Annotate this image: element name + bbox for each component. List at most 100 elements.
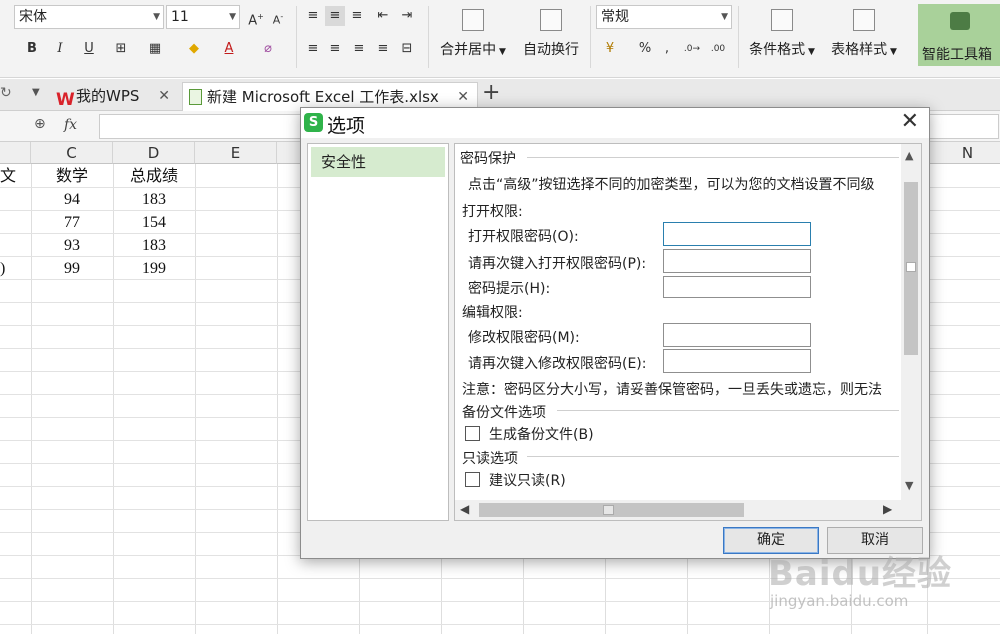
open-permission-heading: 打开权限: xyxy=(462,204,523,220)
align-center-icon[interactable]: ≡ xyxy=(325,39,345,59)
modify-password-confirm-label: 请再次键入修改权限密码(E): xyxy=(468,356,647,372)
wrap-text-icon xyxy=(540,9,562,31)
align-top-icon[interactable]: ≡ xyxy=(303,6,323,26)
conditional-format-icon xyxy=(771,9,793,31)
new-tab-icon[interactable]: + xyxy=(482,80,500,105)
wrap-text-button[interactable]: 自动换行 xyxy=(518,9,584,59)
conditional-format-label: 条件格式 xyxy=(749,42,806,58)
modify-password-confirm-field[interactable] xyxy=(663,349,811,373)
backup-checkbox-label[interactable]: 生成备份文件(B) xyxy=(489,424,594,444)
open-password-confirm-label: 请再次键入打开权限密码(P): xyxy=(468,256,647,272)
wps-app-icon: S xyxy=(304,113,323,132)
baidu-watermark: Baidu经验 jingyan.baidu.com xyxy=(752,546,992,626)
open-password-field[interactable] xyxy=(663,222,811,246)
refresh-icon[interactable]: ↻ xyxy=(0,85,12,101)
merge-center-button[interactable]: 合并居中 ▼ xyxy=(436,9,510,59)
scroll-down-icon[interactable]: ▼ xyxy=(905,479,913,492)
scroll-up-icon[interactable]: ▲ xyxy=(905,149,913,162)
cell-c5[interactable]: 99 xyxy=(31,257,113,280)
open-password-label: 打开权限密码(O): xyxy=(468,229,579,245)
justify-icon[interactable]: ≡ xyxy=(373,39,393,59)
modify-password-field[interactable] xyxy=(663,323,811,347)
cell-b5[interactable]: ) xyxy=(0,257,12,280)
category-security[interactable]: 安全性 xyxy=(311,147,445,177)
align-right-icon[interactable]: ≡ xyxy=(349,39,369,59)
currency-icon[interactable]: ¥ xyxy=(600,39,620,59)
open-password-confirm-field[interactable] xyxy=(663,249,811,273)
font-color-icon[interactable]: A xyxy=(219,39,239,59)
gridline xyxy=(195,164,196,634)
modify-password-label: 修改权限密码(M): xyxy=(468,330,580,346)
chevron-down-icon: ▼ xyxy=(229,12,236,22)
cell-c2[interactable]: 94 xyxy=(31,188,113,211)
divider xyxy=(527,157,899,158)
fill-pattern-icon[interactable]: ▦ xyxy=(145,39,165,59)
cell-c1[interactable]: 数学 xyxy=(31,164,113,187)
backup-checkbox[interactable] xyxy=(465,426,480,441)
number-format-select[interactable]: 常规 ▼ xyxy=(596,5,732,29)
comma-button[interactable]: , xyxy=(657,39,677,59)
font-name-value: 宋体 xyxy=(19,9,47,25)
clear-format-icon[interactable]: ⌀ xyxy=(258,39,278,59)
column-header-b[interactable] xyxy=(0,142,31,164)
function-icon[interactable]: fx xyxy=(64,117,77,133)
column-label: E xyxy=(230,144,241,162)
column-header-c[interactable]: C xyxy=(31,142,113,164)
cell-d2[interactable]: 183 xyxy=(113,188,195,211)
close-icon[interactable]: ✕ xyxy=(158,82,170,110)
underline-icon[interactable]: U xyxy=(79,39,99,59)
cell-b1[interactable]: 文 xyxy=(0,164,16,187)
wrap-text-label: 自动换行 xyxy=(523,42,579,58)
cell-d4[interactable]: 183 xyxy=(113,234,195,257)
align-bottom-icon[interactable]: ≡ xyxy=(347,6,367,26)
increase-decimal-icon[interactable]: .0→ xyxy=(682,39,702,59)
align-middle-icon[interactable]: ≡ xyxy=(325,6,345,26)
italic-icon[interactable]: I xyxy=(50,39,70,59)
smart-toolbox-button[interactable]: 智能工具箱 xyxy=(918,4,1000,66)
zoom-icon[interactable]: ⊕ xyxy=(34,116,46,132)
font-size-select[interactable]: 11 ▼ xyxy=(166,5,240,29)
number-format-value: 常规 xyxy=(601,9,629,25)
close-icon[interactable]: ✕ xyxy=(901,109,919,134)
cell-d3[interactable]: 154 xyxy=(113,211,195,234)
decrease-decimal-icon[interactable]: .00 xyxy=(708,39,728,59)
tab-my-wps[interactable]: W 我的WPS ✕ xyxy=(52,82,178,111)
tab-list-dropdown-icon[interactable]: ▼ xyxy=(32,87,40,98)
divider xyxy=(428,6,429,68)
scroll-left-icon[interactable]: ◀ xyxy=(460,502,469,516)
border-icon[interactable]: ⊞ xyxy=(111,39,131,59)
distribute-icon[interactable]: ⊟ xyxy=(397,39,417,59)
cell-d1[interactable]: 总成绩 xyxy=(113,164,195,187)
decrease-font-icon[interactable]: A- xyxy=(268,7,288,27)
column-header-d[interactable]: D xyxy=(113,142,195,164)
table-style-button[interactable]: 表格样式 ▼ xyxy=(826,9,902,59)
smart-toolbox-label: 智能工具箱 xyxy=(922,47,992,63)
cell-c4[interactable]: 93 xyxy=(31,234,113,257)
cell-d5[interactable]: 199 xyxy=(113,257,195,280)
comma-label: , xyxy=(664,41,670,56)
indent-decrease-icon[interactable]: ⇤ xyxy=(373,6,393,26)
increase-font-icon[interactable]: A+ xyxy=(246,7,266,28)
fill-color-icon[interactable]: ◆ xyxy=(184,39,204,59)
password-section-title: 密码保护 xyxy=(460,151,516,167)
cell-c3[interactable]: 77 xyxy=(31,211,113,234)
align-left-icon[interactable]: ≡ xyxy=(303,39,323,59)
readonly-checkbox[interactable] xyxy=(465,472,480,487)
font-name-select[interactable]: 宋体 ▼ xyxy=(14,5,164,29)
password-hint-field[interactable] xyxy=(663,276,811,298)
watermark-url: jingyan.baidu.com xyxy=(770,592,909,610)
indent-increase-icon[interactable]: ⇥ xyxy=(397,6,417,26)
column-header-e[interactable]: E xyxy=(195,142,277,164)
vertical-scrollbar[interactable]: ▲ ▼ xyxy=(901,144,921,500)
horizontal-scrollbar[interactable]: ◀ ▶ xyxy=(455,500,921,520)
readonly-checkbox-label[interactable]: 建议只读(R) xyxy=(489,470,566,490)
column-label: N xyxy=(961,144,974,162)
conditional-format-button[interactable]: 条件格式 ▼ xyxy=(744,9,820,59)
dialog-title: 选项 xyxy=(327,115,366,137)
percent-label: % xyxy=(638,41,652,56)
bold-icon[interactable]: B xyxy=(22,39,42,59)
scroll-right-icon[interactable]: ▶ xyxy=(883,502,892,516)
dialog-title-bar[interactable]: S 选项 ✕ xyxy=(301,108,929,138)
percent-button[interactable]: % xyxy=(635,39,655,59)
column-header-n[interactable]: N xyxy=(927,142,1000,164)
